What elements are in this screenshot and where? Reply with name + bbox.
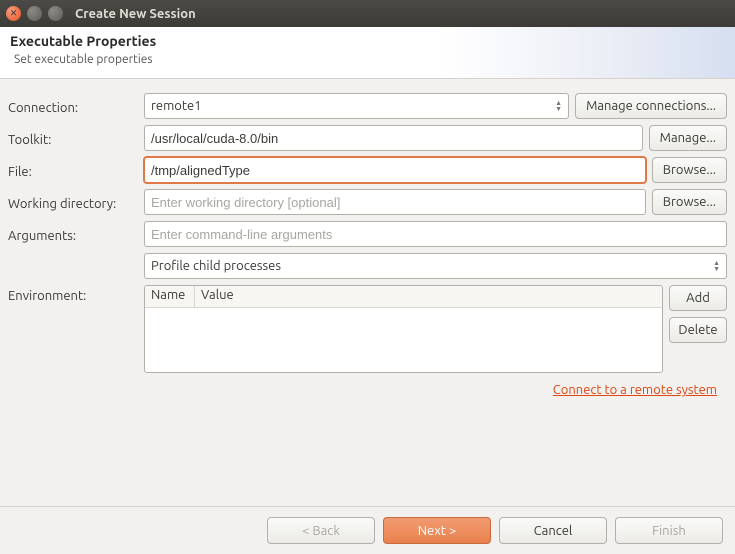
wizard-footer: < Back Next > Cancel Finish bbox=[0, 506, 735, 554]
connection-label: Connection: bbox=[8, 97, 138, 115]
toolkit-label: Toolkit: bbox=[8, 129, 138, 147]
manage-button[interactable]: Manage... bbox=[649, 125, 727, 151]
environment-label: Environment: bbox=[8, 285, 138, 303]
banner: Executable Properties Set executable pro… bbox=[0, 27, 735, 79]
connect-remote-link[interactable]: Connect to a remote system bbox=[553, 383, 717, 397]
connection-select[interactable]: remote1 ▲▼ bbox=[144, 93, 569, 119]
workdir-field[interactable] bbox=[151, 195, 639, 210]
form-area: Connection: remote1 ▲▼ Manage connection… bbox=[0, 79, 735, 403]
profile-select[interactable]: Profile child processes ▲▼ bbox=[144, 253, 727, 279]
empty-label bbox=[8, 264, 138, 268]
env-col-value[interactable]: Value bbox=[195, 286, 662, 307]
connection-value: remote1 bbox=[151, 99, 202, 113]
delete-button[interactable]: Delete bbox=[669, 317, 727, 343]
browse-file-button[interactable]: Browse... bbox=[652, 157, 727, 183]
env-col-name[interactable]: Name bbox=[145, 286, 195, 307]
toolkit-field[interactable] bbox=[151, 131, 636, 146]
workdir-label: Working directory: bbox=[8, 193, 138, 211]
file-label: File: bbox=[8, 161, 138, 179]
back-button[interactable]: < Back bbox=[267, 517, 375, 544]
cancel-button[interactable]: Cancel bbox=[499, 517, 607, 544]
arguments-field[interactable] bbox=[151, 227, 720, 242]
env-table-header: Name Value bbox=[145, 286, 662, 308]
arguments-label: Arguments: bbox=[8, 225, 138, 243]
close-icon[interactable]: ✕ bbox=[6, 6, 21, 21]
browse-workdir-button[interactable]: Browse... bbox=[652, 189, 727, 215]
toolkit-input[interactable] bbox=[144, 125, 643, 151]
maximize-icon[interactable] bbox=[48, 6, 63, 21]
next-button[interactable]: Next > bbox=[383, 517, 491, 544]
finish-button[interactable]: Finish bbox=[615, 517, 723, 544]
arguments-input[interactable] bbox=[144, 221, 727, 247]
profile-value: Profile child processes bbox=[151, 259, 281, 273]
environment-table[interactable]: Name Value bbox=[144, 285, 663, 373]
minimize-icon[interactable] bbox=[27, 6, 42, 21]
manage-connections-button[interactable]: Manage connections... bbox=[575, 93, 727, 119]
page-subtitle: Set executable properties bbox=[14, 53, 725, 66]
titlebar: ✕ Create New Session bbox=[0, 0, 735, 27]
workdir-input[interactable] bbox=[144, 189, 646, 215]
window-title: Create New Session bbox=[75, 7, 196, 21]
add-button[interactable]: Add bbox=[669, 285, 727, 311]
file-input[interactable] bbox=[144, 157, 646, 183]
spinner-icon: ▲▼ bbox=[555, 100, 562, 112]
spinner-icon: ▲▼ bbox=[713, 260, 720, 272]
page-title: Executable Properties bbox=[10, 33, 725, 49]
file-field[interactable] bbox=[151, 163, 639, 178]
